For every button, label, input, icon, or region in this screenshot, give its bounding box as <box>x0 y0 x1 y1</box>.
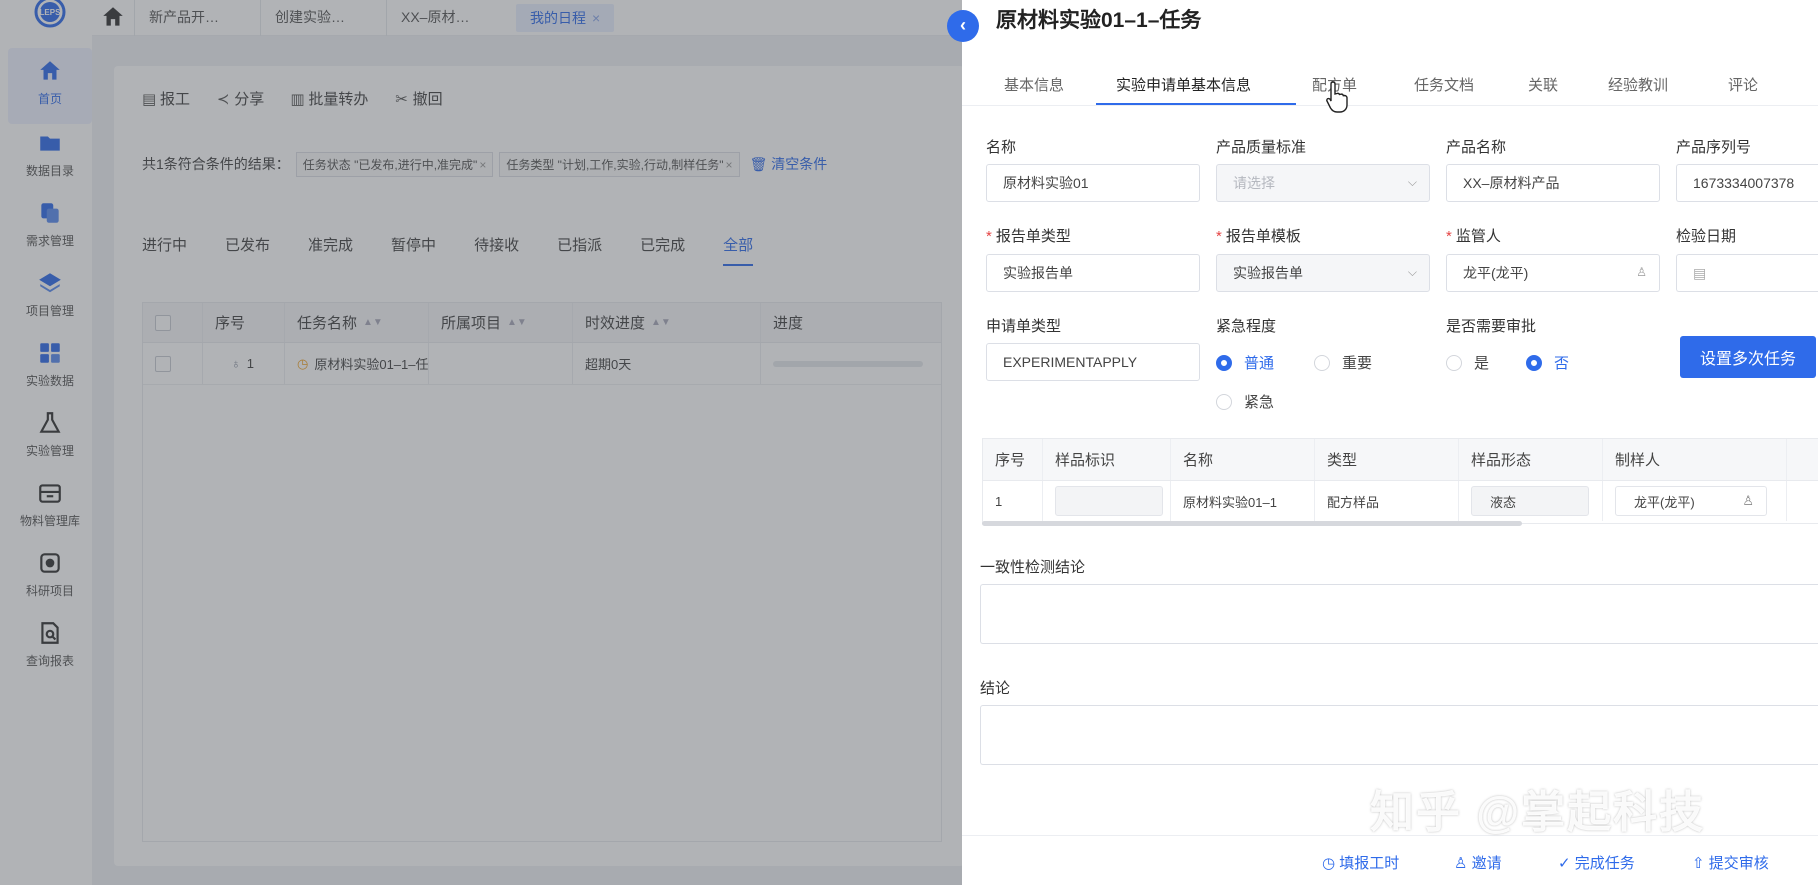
col-sample-form: 样品形态 <box>1459 439 1603 480</box>
sample-maker-cell: 龙平(龙平) ♙ <box>1603 481 1787 521</box>
approval-no-radio[interactable]: 否 <box>1526 352 1569 373</box>
col-sample-maker: 制样人 <box>1603 439 1787 480</box>
clock-icon: ◷ <box>1322 855 1336 872</box>
watermark: 知乎 @掌起科技 <box>1370 788 1706 837</box>
consistency-conclusion-textarea[interactable] <box>980 584 1818 644</box>
drawer-tabs: 基本信息 实验申请单基本信息 配方单 任务文档 关联 经验教训 评论 <box>962 62 1818 106</box>
table-row[interactable]: 1 原材料实验01–1 配方样品 液态 龙平(龙平) ♙ <box>983 481 1818 521</box>
check-date-label: 检验日期 <box>1676 228 1737 245</box>
report-template-label: * 报告单模板 <box>1216 228 1301 245</box>
serial-number-label: 产品序列号 <box>1676 139 1752 156</box>
conclusion-label: 结论 <box>980 680 1011 697</box>
tab-relations[interactable]: 关联 <box>1528 74 1558 95</box>
apply-type-label: 申请单类型 <box>986 318 1062 335</box>
submit-review-button[interactable]: ⇧ 提交审核 <box>1692 852 1769 873</box>
supervisor-input[interactable]: 龙平(龙平) ♙ <box>1446 254 1660 292</box>
sample-table: 序号 样品标识 名称 类型 样品形态 制样人 1 原材料实验01–1 配方样品 … <box>982 438 1818 524</box>
chevron-left-icon: ‹ <box>960 15 966 35</box>
user-icon: ♙ <box>1636 265 1647 279</box>
report-type-label: * 报告单类型 <box>986 228 1071 245</box>
tab-task-documents[interactable]: 任务文档 <box>1414 74 1474 95</box>
col-sample-id: 样品标识 <box>1043 439 1171 480</box>
sample-row-index: 1 <box>983 481 1043 521</box>
product-name-input[interactable]: XX–原材料产品 <box>1446 164 1660 202</box>
tab-experiment-application[interactable]: 实验申请单基本信息 <box>1116 74 1251 95</box>
urgency-urgent-radio[interactable]: 紧急 <box>1216 391 1274 412</box>
consistency-conclusion-label: 一致性检测结论 <box>980 559 1086 576</box>
approval-label: 是否需要审批 <box>1446 318 1537 335</box>
report-type-input[interactable]: 实验报告单 <box>986 254 1200 292</box>
quality-standard-label: 产品质量标准 <box>1216 139 1307 156</box>
quality-standard-select[interactable]: 请选择 ⌵ <box>1216 164 1430 202</box>
product-name-label: 产品名称 <box>1446 139 1507 156</box>
fill-hours-button[interactable]: ◷ 填报工时 <box>1322 852 1399 873</box>
modal-mask[interactable] <box>0 0 962 885</box>
set-multiple-tasks-button[interactable]: 设置多次任务 <box>1680 336 1816 378</box>
upload-icon: ⇧ <box>1692 855 1705 872</box>
chevron-down-icon: ⌵ <box>1407 175 1417 189</box>
col-sample-name: 名称 <box>1171 439 1315 480</box>
check-circle-icon: ✓ <box>1558 855 1571 872</box>
tab-lessons[interactable]: 经验教训 <box>1608 74 1668 95</box>
sample-type-cell: 配方样品 <box>1315 481 1459 521</box>
conclusion-textarea[interactable] <box>980 705 1818 765</box>
supervisor-label: * 监管人 <box>1446 228 1501 245</box>
chevron-down-icon: ⌵ <box>1407 265 1417 279</box>
active-tab-indicator <box>1096 103 1296 105</box>
sample-name-cell: 原材料实验01–1 <box>1171 481 1315 521</box>
urgency-label: 紧急程度 <box>1216 318 1277 335</box>
report-template-select[interactable]: 实验报告单 ⌵ <box>1216 254 1430 292</box>
collapse-drawer-button[interactable]: ‹ <box>947 10 979 42</box>
invite-button[interactable]: ♙ 邀请 <box>1454 852 1502 873</box>
tab-comments[interactable]: 评论 <box>1728 74 1758 95</box>
hand-cursor-icon <box>1325 80 1349 114</box>
drawer-title: 原材料实验01–1–任务 <box>996 9 1202 32</box>
tab-basic-info[interactable]: 基本信息 <box>1004 74 1064 95</box>
sample-table-header: 序号 样品标识 名称 类型 样品形态 制样人 <box>983 439 1818 481</box>
apply-type-input[interactable]: EXPERIMENTAPPLY <box>986 343 1200 381</box>
add-user-icon: ♙ <box>1454 855 1468 872</box>
check-date-picker[interactable]: ▤ <box>1676 254 1818 292</box>
approval-yes-radio[interactable]: 是 <box>1446 352 1489 373</box>
complete-task-button[interactable]: ✓ 完成任务 <box>1558 852 1635 873</box>
sample-id-cell <box>1043 481 1171 521</box>
drawer-footer: ◷ 填报工时 ♙ 邀请 ✓ 完成任务 ⇧ 提交审核 <box>962 835 1818 885</box>
user-icon: ♙ <box>1742 493 1754 508</box>
col-sample-index: 序号 <box>983 439 1043 480</box>
sample-form-cell: 液态 <box>1459 481 1603 521</box>
sample-maker-input[interactable]: 龙平(龙平) ♙ <box>1615 486 1767 516</box>
name-input[interactable]: 原材料实验01 <box>986 164 1200 202</box>
urgency-normal-radio[interactable]: 普通 <box>1216 352 1274 373</box>
urgency-important-radio[interactable]: 重要 <box>1314 352 1372 373</box>
sample-form-input[interactable]: 液态 <box>1471 486 1589 516</box>
name-label: 名称 <box>986 139 1017 156</box>
serial-number-input[interactable]: 1673334007378 <box>1676 164 1818 202</box>
horizontal-scrollbar[interactable] <box>982 521 1522 526</box>
col-sample-type: 类型 <box>1315 439 1459 480</box>
sample-id-input[interactable] <box>1055 486 1163 516</box>
calendar-icon: ▤ <box>1693 264 1707 281</box>
